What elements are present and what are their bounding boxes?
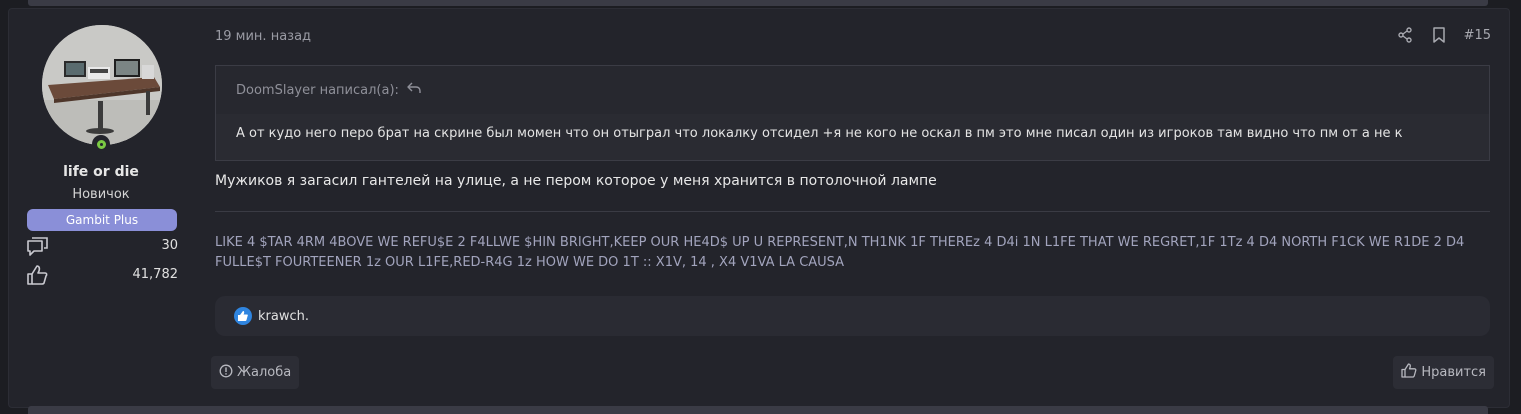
user-banner: Gambit Plus xyxy=(27,209,177,231)
username[interactable]: life or die xyxy=(26,164,176,180)
reactions-count: 41,782 xyxy=(132,267,179,282)
reactions-bar[interactable]: krawch. xyxy=(215,296,1490,336)
forum-post: life or die Новичок Gambit Plus 30 41,78… xyxy=(8,8,1510,408)
thumbs-up-icon xyxy=(26,264,50,286)
messages-stat: 30 xyxy=(26,235,178,257)
messages-icon xyxy=(26,235,50,257)
avatar-image xyxy=(42,25,162,145)
page: life or die Новичок Gambit Plus 30 41,78… xyxy=(0,0,1521,414)
like-button[interactable]: Нравится xyxy=(1393,356,1494,389)
messages-count: 30 xyxy=(161,238,178,253)
reaction-users[interactable]: krawch. xyxy=(258,309,309,324)
avatar-container[interactable] xyxy=(42,25,162,153)
quote-jump-icon[interactable] xyxy=(407,82,421,98)
online-status-icon xyxy=(92,135,110,153)
reactions-stat: 41,782 xyxy=(26,264,178,286)
report-icon xyxy=(219,364,233,382)
quote-author[interactable]: DoomSlayer написал(а): xyxy=(236,83,399,98)
signature: LIKE 4 $TAR 4RM 4BOVE WE REFU$E 2 F4LLWE… xyxy=(215,235,1465,270)
avatar[interactable] xyxy=(42,25,162,145)
report-label: Жалоба xyxy=(237,365,292,380)
report-button[interactable]: Жалоба xyxy=(211,356,300,389)
previous-post-edge xyxy=(28,0,1488,6)
quote-text: А от кудо него перо брат на скрине был м… xyxy=(236,126,1403,141)
quote-header[interactable]: DoomSlayer написал(а): xyxy=(216,66,1489,114)
post-message: Мужиков я загасил гантелей на улице, а н… xyxy=(215,173,937,189)
post-actions: #15 xyxy=(1396,26,1491,44)
quote-block: DoomSlayer написал(а): А от кудо него пе… xyxy=(215,65,1490,161)
like-reaction-icon xyxy=(234,307,252,325)
signature-divider xyxy=(215,211,1490,212)
post-number[interactable]: #15 xyxy=(1464,28,1491,43)
next-post-edge xyxy=(28,406,1488,414)
like-icon xyxy=(1401,363,1417,382)
user-title: Новичок xyxy=(72,187,130,202)
like-label: Нравится xyxy=(1421,365,1486,380)
post-time[interactable]: 19 мин. назад xyxy=(215,29,311,44)
bookmark-icon[interactable] xyxy=(1430,26,1448,44)
share-icon[interactable] xyxy=(1396,26,1414,44)
